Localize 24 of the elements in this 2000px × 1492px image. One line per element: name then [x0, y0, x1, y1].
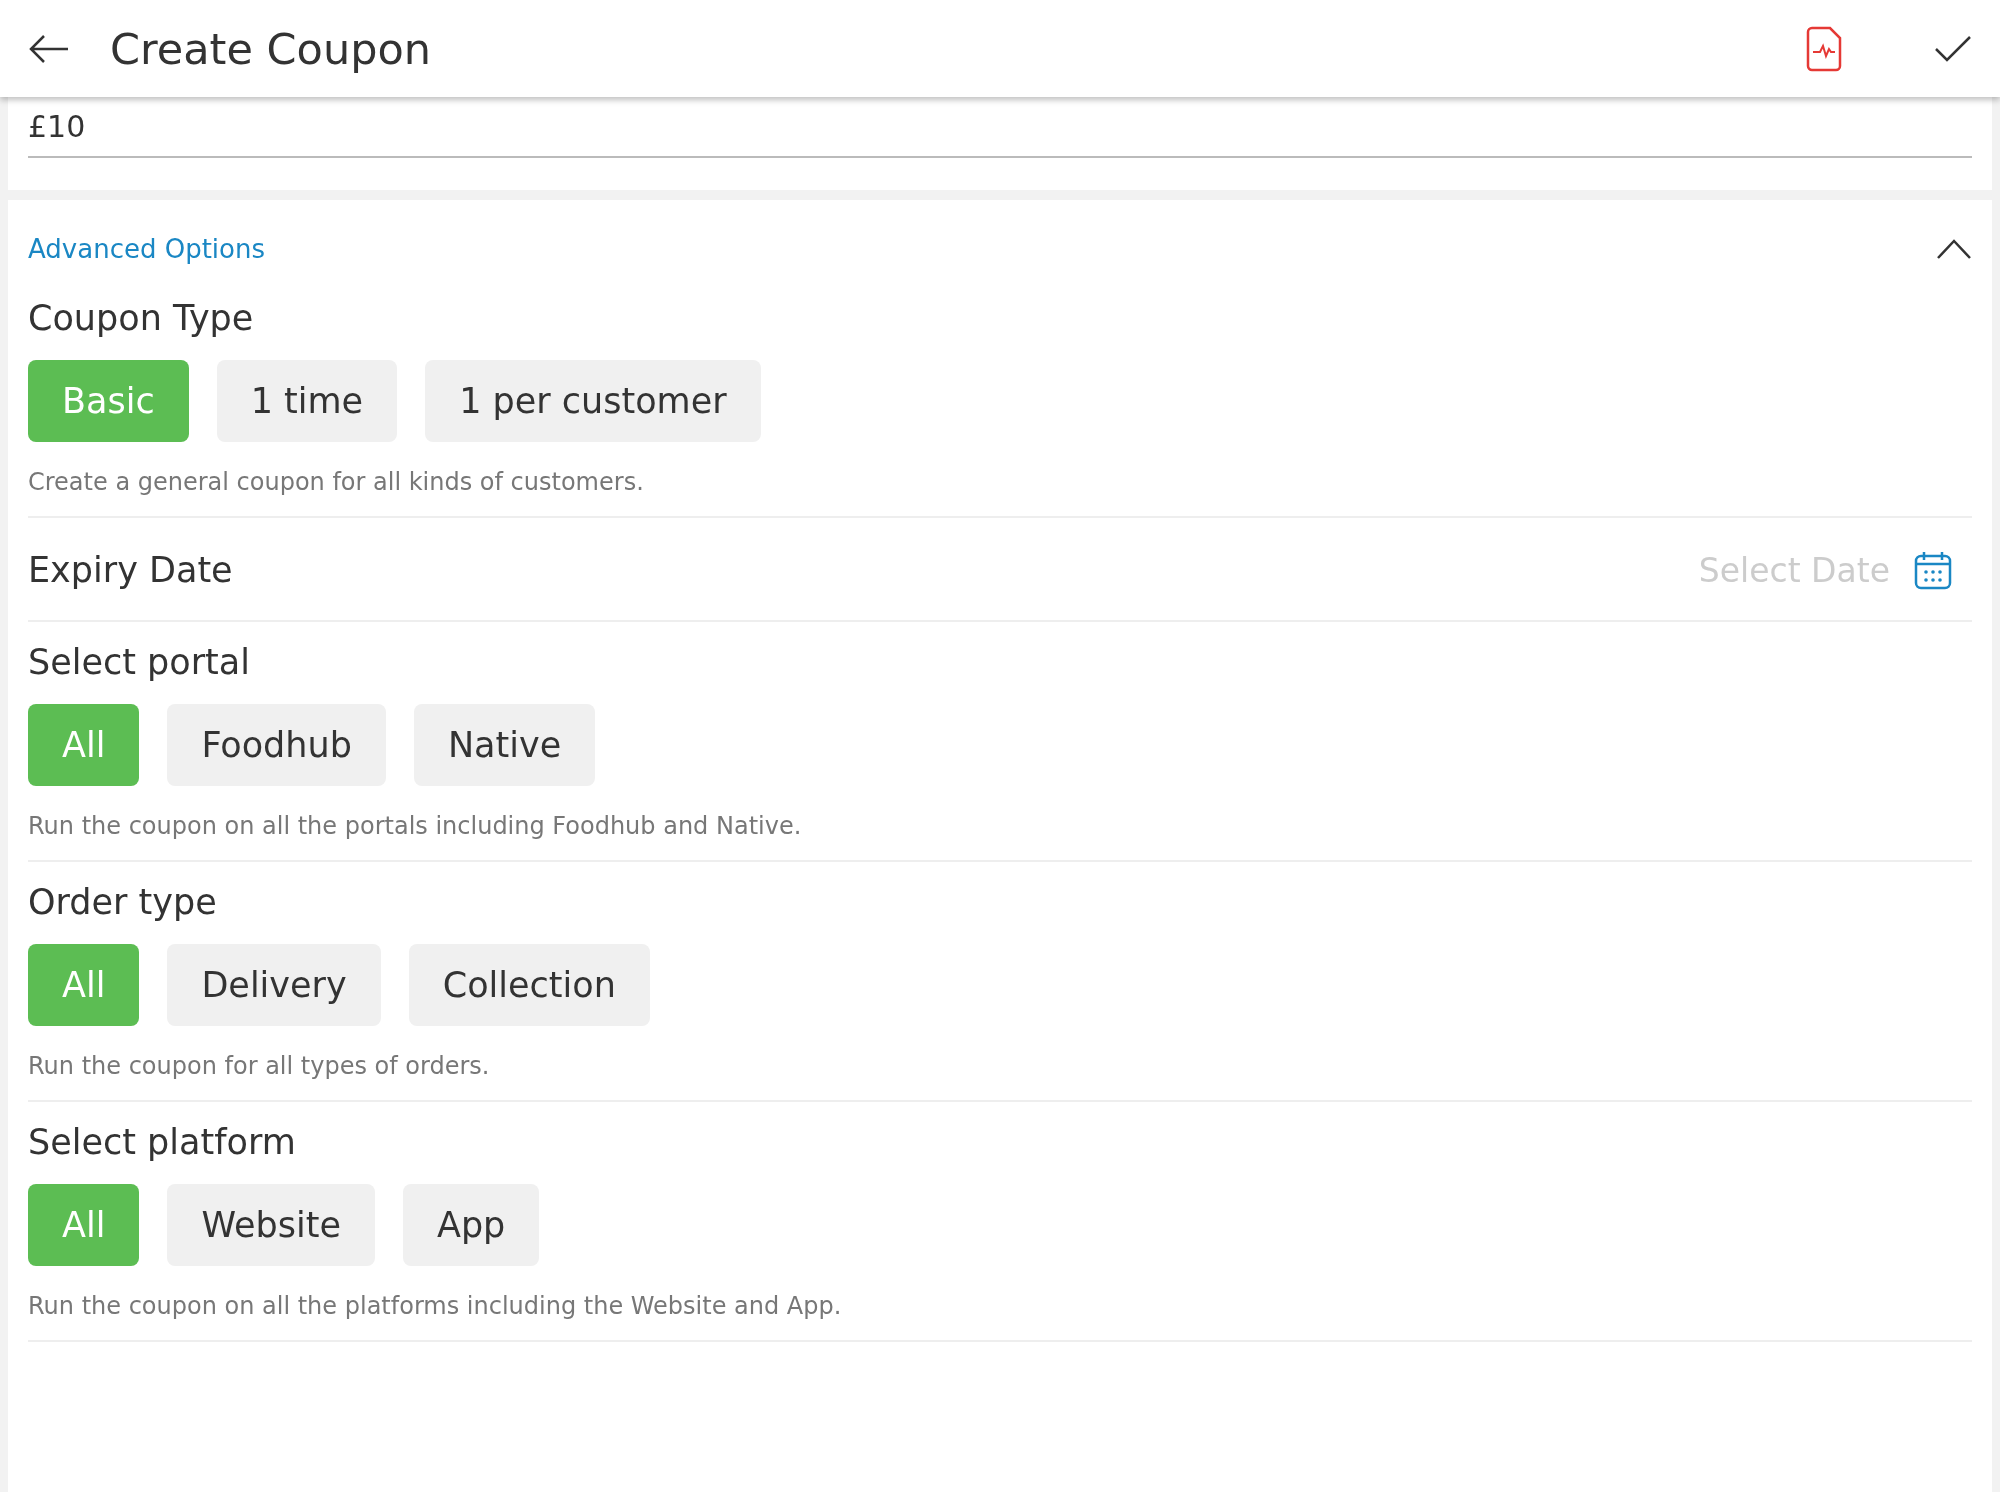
- chevron-icon[interactable]: [1936, 238, 1972, 260]
- option-button[interactable]: Website: [167, 1184, 375, 1266]
- calendar-icon[interactable]: [1914, 550, 1952, 590]
- option-description: Run the coupon for all types of orders.: [28, 1052, 491, 1080]
- option-button[interactable]: Collection: [408, 944, 650, 1026]
- option-button[interactable]: 1 time: [216, 360, 398, 442]
- option-button[interactable]: Foodhub: [167, 704, 386, 786]
- section-title: Coupon Type: [28, 298, 255, 338]
- section-title: Order type: [28, 882, 218, 922]
- back-arrow-icon[interactable]: [28, 33, 70, 64]
- checkmark-icon[interactable]: [1934, 34, 1972, 63]
- section-title: Expiry Date: [28, 550, 234, 590]
- section-title: Select platform: [28, 1122, 297, 1162]
- option-button[interactable]: Native: [413, 704, 596, 786]
- option-description: Run the coupon on all the platforms including the Website and App.: [28, 1292, 843, 1320]
- option-button[interactable]: App: [402, 1184, 540, 1266]
- option-description: Create a general coupon for all kinds of customers.: [28, 468, 645, 496]
- document-icon[interactable]: [1804, 25, 1844, 72]
- section-title: Select portal: [28, 642, 251, 682]
- option-button[interactable]: 1 per customer: [425, 360, 761, 442]
- page-title: Create Coupon: [110, 23, 432, 74]
- option-button[interactable]: Delivery: [167, 944, 381, 1026]
- option-description: Run the coupon on all the portals including Foodhub and Native.: [28, 812, 803, 840]
- advanced-options-toggle[interactable]: Advanced Options: [28, 234, 265, 264]
